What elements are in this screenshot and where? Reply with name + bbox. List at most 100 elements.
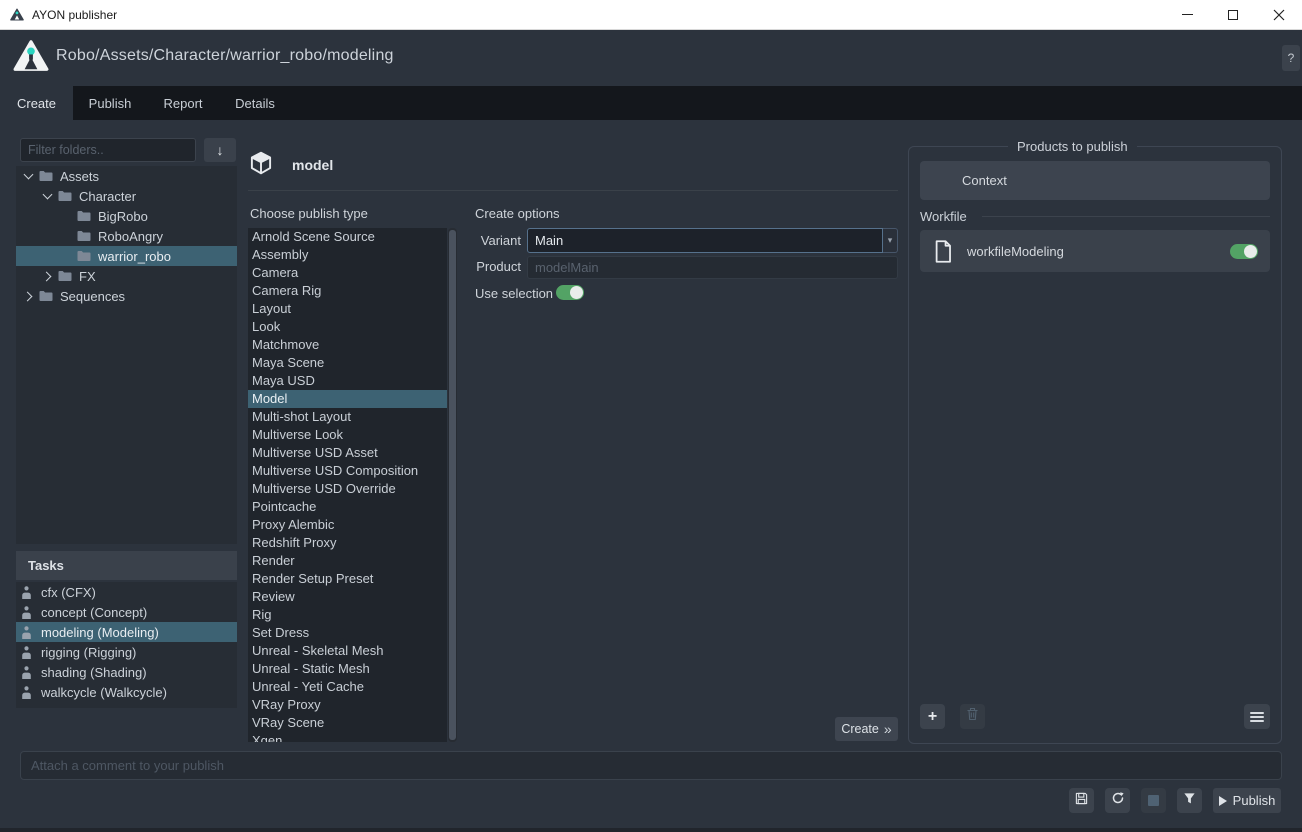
publish-type-item[interactable]: Assembly <box>248 246 447 264</box>
scrollbar-thumb[interactable] <box>449 230 456 740</box>
publish-type-item[interactable]: Unreal - Static Mesh <box>248 660 447 678</box>
context-breadcrumb: Robo/Assets/Character/warrior_robo/model… <box>56 47 394 65</box>
save-button[interactable] <box>1069 788 1094 813</box>
products-menu-button[interactable] <box>1244 704 1270 729</box>
chevron-right-icon[interactable] <box>22 289 36 303</box>
publish-type-item[interactable]: Look <box>248 318 447 336</box>
folder-label: warrior_robo <box>98 249 171 264</box>
publish-type-item[interactable]: Matchmove <box>248 336 447 354</box>
tab-report[interactable]: Report <box>147 86 219 120</box>
publish-type-item[interactable]: Model <box>248 390 447 408</box>
bottom-edge <box>0 828 1302 832</box>
products-panel-title: Products to publish <box>1008 139 1137 154</box>
publish-button[interactable]: Publish <box>1213 788 1281 813</box>
product-item-workfile[interactable]: workfileModeling <box>920 230 1270 272</box>
folder-label: Assets <box>60 169 99 184</box>
chevron-placeholder <box>60 249 74 263</box>
folder-tree-item[interactable]: FX <box>16 266 237 286</box>
product-enabled-toggle[interactable] <box>1230 244 1258 259</box>
folder-label: Character <box>79 189 136 204</box>
folder-icon <box>77 210 92 222</box>
stop-button[interactable] <box>1141 788 1166 813</box>
creator-cube-icon <box>249 151 273 181</box>
filter-folders-input[interactable] <box>20 138 196 162</box>
variant-label: Variant <box>467 233 521 248</box>
help-button[interactable]: ? <box>1282 45 1300 71</box>
add-product-button[interactable]: + <box>920 704 945 729</box>
publish-type-item[interactable]: Rig <box>248 606 447 624</box>
publish-type-item[interactable]: Maya USD <box>248 372 447 390</box>
filter-button[interactable] <box>1177 788 1202 813</box>
publish-type-item[interactable]: Redshift Proxy <box>248 534 447 552</box>
tab-create[interactable]: Create <box>0 86 73 120</box>
publish-type-item[interactable]: Multiverse USD Override <box>248 480 447 498</box>
publish-type-item[interactable]: Unreal - Yeti Cache <box>248 678 447 696</box>
publish-comment-input[interactable] <box>20 751 1282 780</box>
tab-details[interactable]: Details <box>219 86 291 120</box>
publish-type-item[interactable]: Pointcache <box>248 498 447 516</box>
use-selection-toggle[interactable] <box>556 285 584 300</box>
task-item[interactable]: walkcycle (Walkcycle) <box>16 682 237 702</box>
publish-type-item[interactable]: Maya Scene <box>248 354 447 372</box>
publish-type-item[interactable]: Multi-shot Layout <box>248 408 447 426</box>
folder-tree-item[interactable]: Character <box>16 186 237 206</box>
publish-type-item[interactable]: Multiverse USD Composition <box>248 462 447 480</box>
workfile-group-line <box>982 216 1270 217</box>
create-button[interactable]: Create » <box>835 717 898 741</box>
variant-input[interactable] <box>527 228 883 253</box>
chevron-right-icon[interactable] <box>41 269 55 283</box>
user-icon <box>21 646 34 659</box>
task-item[interactable]: modeling (Modeling) <box>16 622 237 642</box>
publish-type-item[interactable]: Render Setup Preset <box>248 570 447 588</box>
publish-type-item[interactable]: Arnold Scene Source <box>248 228 447 246</box>
task-item[interactable]: concept (Concept) <box>16 602 237 622</box>
folder-tree-item[interactable]: warrior_robo <box>16 246 237 266</box>
context-group-card[interactable]: Context <box>920 161 1270 200</box>
publish-type-item[interactable]: Multiverse USD Asset <box>248 444 447 462</box>
publish-type-item[interactable]: Multiverse Look <box>248 426 447 444</box>
minimize-button[interactable] <box>1164 0 1210 29</box>
task-item[interactable]: cfx (CFX) <box>16 582 237 602</box>
task-label: cfx (CFX) <box>41 585 96 600</box>
window-title-text: AYON publisher <box>32 8 117 22</box>
user-icon <box>21 666 34 679</box>
publish-type-item[interactable]: Set Dress <box>248 624 447 642</box>
publish-type-item[interactable]: VRay Scene <box>248 714 447 732</box>
refresh-button[interactable] <box>1105 788 1130 813</box>
remove-product-button[interactable] <box>960 704 985 729</box>
variant-dropdown-button[interactable]: ▾ <box>883 228 898 253</box>
folder-icon <box>58 190 73 202</box>
publish-type-item[interactable]: Proxy Alembic <box>248 516 447 534</box>
task-item[interactable]: shading (Shading) <box>16 662 237 682</box>
product-label: Product <box>467 259 521 274</box>
folder-label: RoboAngry <box>98 229 163 244</box>
product-input[interactable] <box>527 256 898 279</box>
creator-separator <box>248 190 898 191</box>
maximize-button[interactable] <box>1210 0 1256 29</box>
folder-tree-item[interactable]: Sequences <box>16 286 237 306</box>
publish-type-item[interactable]: Camera Rig <box>248 282 447 300</box>
double-chevron-right-icon: » <box>884 721 892 737</box>
publish-type-item[interactable]: VRay Proxy <box>248 696 447 714</box>
publish-type-item[interactable]: Layout <box>248 300 447 318</box>
folder-tree-item[interactable]: Assets <box>16 166 237 186</box>
publish-type-item[interactable]: Render <box>248 552 447 570</box>
caret-down-icon: ▾ <box>888 235 893 246</box>
folder-tree-item[interactable]: RoboAngry <box>16 226 237 246</box>
user-icon <box>21 626 34 639</box>
tab-publish[interactable]: Publish <box>73 86 147 120</box>
go-to-current-folder-button[interactable]: ↓ <box>204 138 236 162</box>
task-item[interactable]: rigging (Rigging) <box>16 642 237 662</box>
folder-label: Sequences <box>60 289 125 304</box>
chevron-down-icon[interactable] <box>41 189 55 203</box>
close-button[interactable] <box>1256 0 1302 29</box>
publish-type-item[interactable]: Review <box>248 588 447 606</box>
folder-tree-item[interactable]: BigRobo <box>16 206 237 226</box>
chevron-down-icon[interactable] <box>22 169 36 183</box>
plus-icon: + <box>928 708 937 726</box>
publish-type-item[interactable]: Unreal - Skeletal Mesh <box>248 642 447 660</box>
publish-type-item[interactable]: Camera <box>248 264 447 282</box>
publish-type-item[interactable]: Xgen <box>248 732 447 742</box>
task-label: walkcycle (Walkcycle) <box>41 685 167 700</box>
header: Robo/Assets/Character/warrior_robo/model… <box>0 30 1302 86</box>
